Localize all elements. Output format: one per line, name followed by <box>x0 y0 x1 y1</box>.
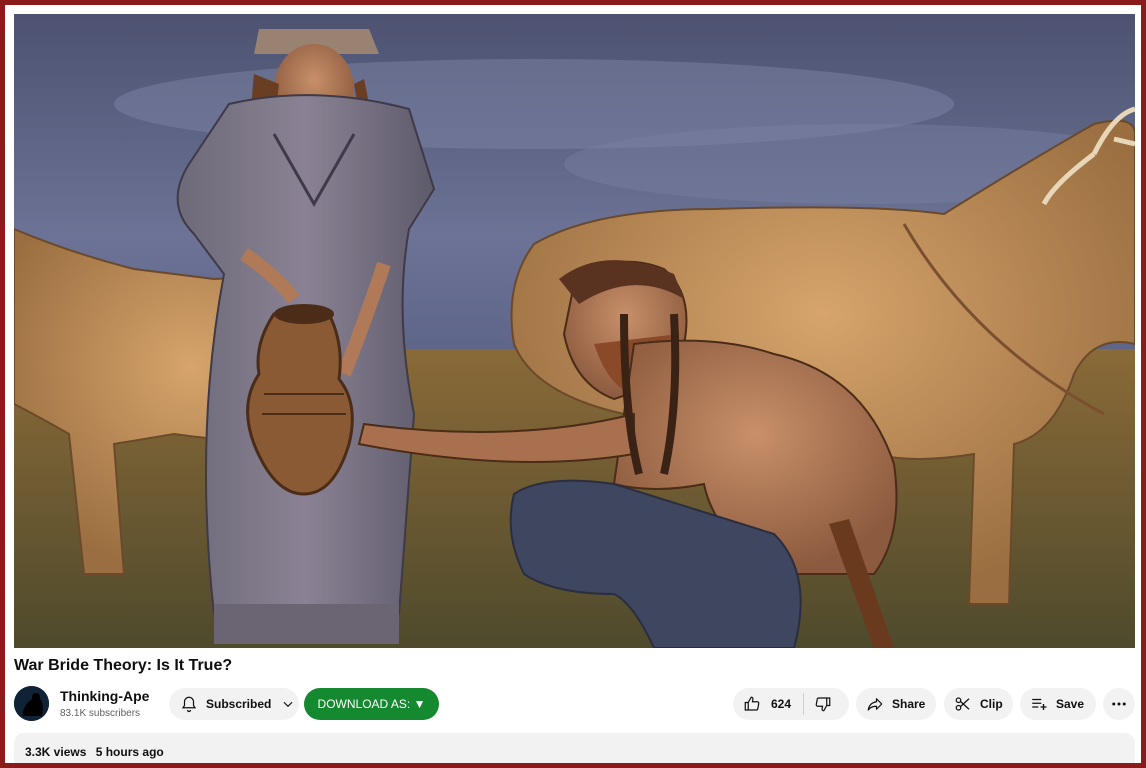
scissors-icon <box>954 695 972 713</box>
share-button[interactable]: Share <box>856 688 936 720</box>
channel-name[interactable]: Thinking-Ape <box>60 688 149 704</box>
video-player[interactable] <box>14 14 1135 648</box>
clip-label: Clip <box>980 697 1003 711</box>
save-label: Save <box>1056 697 1085 711</box>
clip-button[interactable]: Clip <box>944 688 1013 720</box>
subscriber-count: 83.1K subscribers <box>60 708 141 719</box>
save-button[interactable]: Save <box>1020 688 1096 720</box>
video-title: War Bride Theory: Is It True? <box>14 657 233 674</box>
like-dislike-group: 624 <box>733 688 849 720</box>
view-count: 3.3K views <box>25 745 87 759</box>
download-as-button[interactable]: DOWNLOAD AS: ▼ <box>304 688 439 720</box>
more-horizontal-icon <box>1110 695 1128 713</box>
share-label: Share <box>892 697 926 711</box>
video-meta: 3.3K views 5 hours ago <box>25 745 164 759</box>
channel-avatar[interactable] <box>14 686 49 721</box>
subscribed-button[interactable]: Subscribed <box>169 688 299 720</box>
subscribed-label: Subscribed <box>206 697 272 711</box>
thumb-up-icon[interactable] <box>743 695 761 713</box>
thumb-down-icon[interactable] <box>814 695 832 713</box>
more-actions-button[interactable] <box>1103 688 1135 720</box>
avatar-silhouette-icon <box>14 686 49 721</box>
video-thumbnail <box>14 14 1135 648</box>
page-frame: War Bride Theory: Is It True? Thinking-A… <box>5 5 1141 763</box>
bell-icon <box>180 695 198 713</box>
upload-age: 5 hours ago <box>95 745 164 759</box>
like-count[interactable]: 624 <box>771 697 791 711</box>
like-divider <box>803 693 805 715</box>
share-arrow-icon <box>866 695 884 713</box>
description-box[interactable]: 3.3K views 5 hours ago <box>14 733 1135 763</box>
chevron-down-icon <box>281 697 295 711</box>
playlist-add-icon <box>1030 695 1048 713</box>
